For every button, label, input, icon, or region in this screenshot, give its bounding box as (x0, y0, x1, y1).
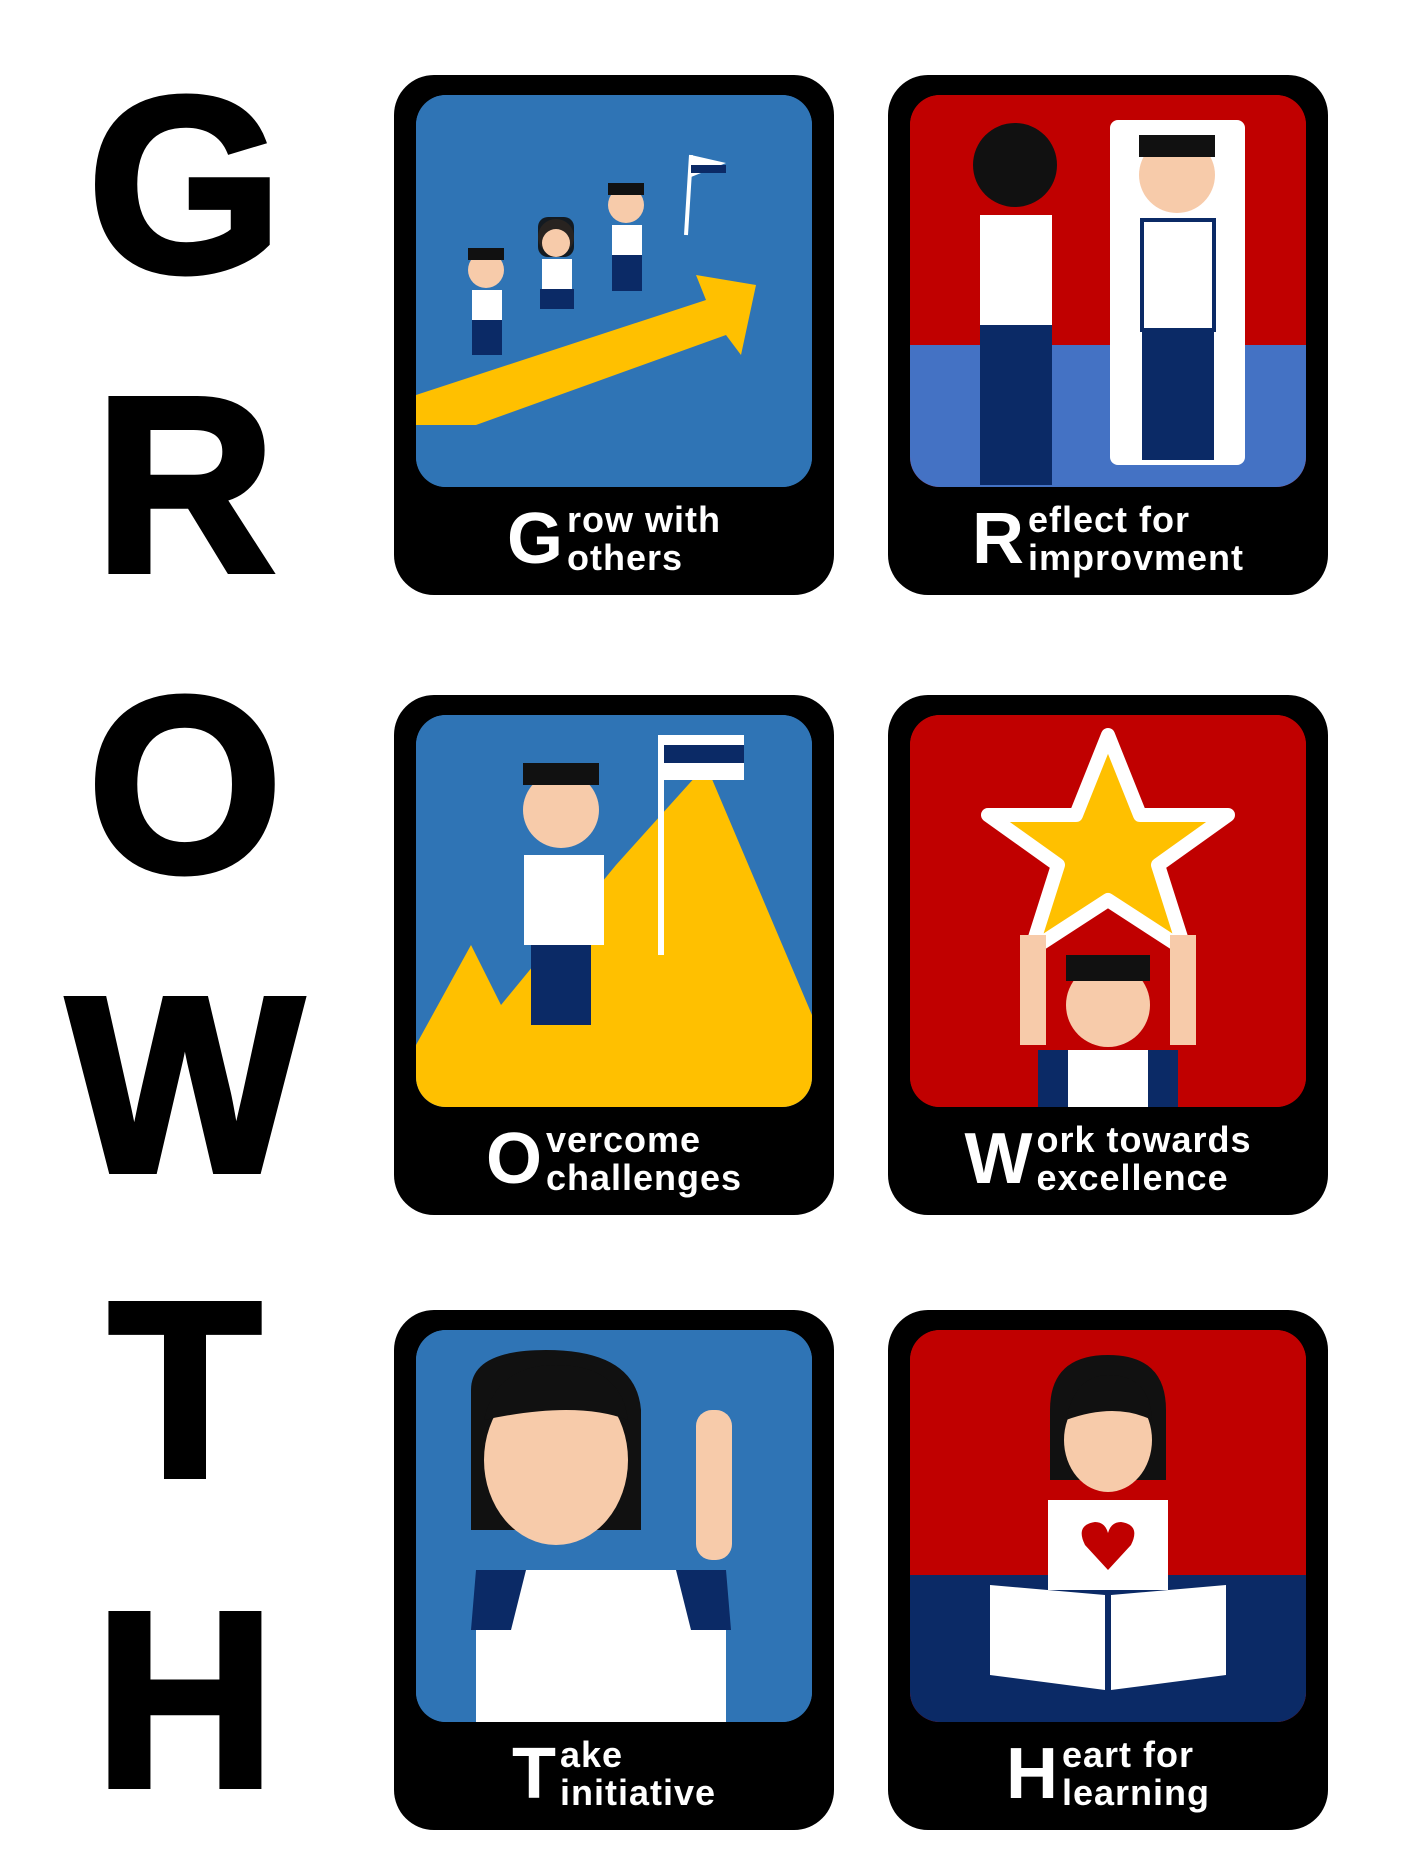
card-illustration (416, 715, 812, 1107)
student-mirror-illustration (910, 95, 1306, 487)
card-illustration (910, 715, 1306, 1107)
student-on-mountain-illustration (416, 715, 812, 1107)
caption-line-1: eart for (1061, 1734, 1195, 1775)
card-heart-for-learning: H eart for learning (888, 1310, 1328, 1830)
caption-line-1: ake (559, 1734, 624, 1775)
student-holding-star-illustration (910, 715, 1306, 1107)
caption-line-1: ork towards (1036, 1119, 1252, 1160)
card-reflect-for-improvment: R eflect for improvment (888, 75, 1328, 595)
acronym-letter-w: W (64, 945, 306, 1224)
card-work-towards-excellence: W ork towards excellence (888, 695, 1328, 1215)
card-illustration (416, 95, 812, 487)
card-take-initiative: T ake initiative (394, 1310, 834, 1830)
students-climbing-arrow-illustration (416, 95, 812, 487)
caption-initial: T (511, 1734, 556, 1814)
caption-initial: G (506, 499, 563, 579)
card-caption: O vercome challenges (394, 1113, 834, 1205)
card-caption: T ake initiative (394, 1728, 834, 1820)
caption-line-2: excellence (1036, 1157, 1229, 1198)
caption-line-1: vercome (545, 1119, 702, 1160)
caption-line-2: learning (1061, 1772, 1211, 1813)
acronym-letter-h: H (92, 1560, 279, 1839)
card-illustration (416, 1330, 812, 1722)
caption-line-1: eflect for (1027, 499, 1191, 540)
acronym-letter-o: O (85, 645, 285, 924)
card-caption: R eflect for improvment (888, 493, 1328, 585)
acronym-letter-r: R (92, 345, 279, 624)
card-caption: G row with others (394, 493, 834, 585)
card-grow-with-others: G row with others (394, 75, 834, 595)
acronym-letter-g: G (85, 45, 285, 324)
card-caption: H eart for learning (888, 1728, 1328, 1820)
caption-line-2: improvment (1027, 537, 1245, 578)
caption-line-2: others (567, 537, 684, 578)
caption-line-2: initiative (559, 1772, 717, 1813)
caption-initial: R (971, 499, 1024, 579)
student-raising-hand-illustration (416, 1330, 812, 1722)
caption-initial: W (964, 1119, 1033, 1199)
card-illustration (910, 1330, 1306, 1722)
caption-line-1: row with (567, 499, 721, 540)
card-illustration (910, 95, 1306, 487)
caption-initial: O (485, 1119, 542, 1199)
caption-line-2: challenges (545, 1157, 743, 1198)
student-with-book-illustration (910, 1330, 1306, 1722)
caption-initial: H (1005, 1734, 1058, 1814)
acronym-letter-t: T (106, 1250, 265, 1529)
card-caption: W ork towards excellence (888, 1113, 1328, 1205)
card-overcome-challenges: O vercome challenges (394, 695, 834, 1215)
